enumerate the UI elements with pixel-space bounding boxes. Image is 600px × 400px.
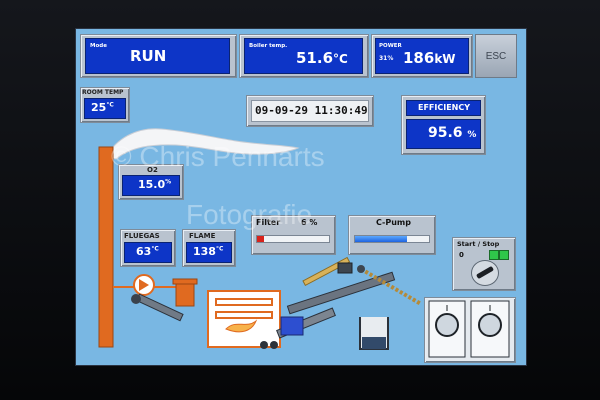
gauge-2-icon (478, 313, 502, 337)
watermark-line-1: © Chris Pennarts (111, 141, 325, 172)
boiler-tube-1 (215, 298, 273, 306)
drive-unit (280, 316, 304, 336)
hmi-screen: Mode RUN Boiler temp. 51.6°C POWER 31% 1… (75, 28, 527, 366)
wheel-1 (260, 341, 268, 349)
cyclone-cap (172, 278, 198, 285)
process-diagram (98, 128, 510, 358)
conveyor-end (357, 265, 365, 273)
gauge-1-icon (435, 313, 459, 337)
watermark-line-2: Fotografie (186, 199, 313, 230)
chimney (98, 146, 114, 348)
boiler-tube-2 (215, 311, 273, 319)
wheel-2 (270, 341, 278, 349)
cyclone (175, 281, 195, 307)
feed-screw (286, 271, 396, 315)
lift-head (337, 262, 353, 274)
ash-motor (131, 294, 141, 304)
ash-level (362, 337, 386, 349)
